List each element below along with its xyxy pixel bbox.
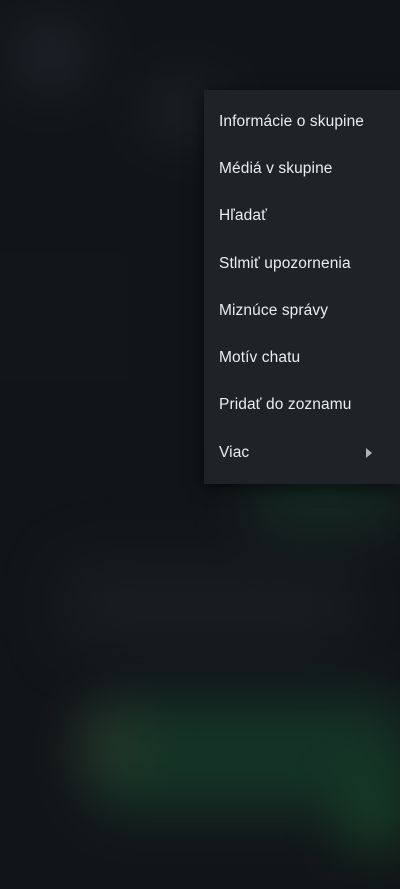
menu-item-label: Hľadať xyxy=(219,207,267,225)
menu-item-search[interactable]: Hľadať xyxy=(204,193,400,240)
menu-item-chat-theme[interactable]: Motív chatu xyxy=(204,334,400,381)
menu-item-group-media[interactable]: Médiá v skupine xyxy=(204,145,400,192)
screen: Informácie o skupine Médiá v skupine Hľa… xyxy=(0,0,400,889)
overflow-menu: Informácie o skupine Médiá v skupine Hľa… xyxy=(204,90,400,485)
chevron-right-icon xyxy=(366,447,372,458)
menu-item-disappearing-messages[interactable]: Miznúce správy xyxy=(204,287,400,334)
menu-item-label: Médiá v skupine xyxy=(219,159,333,177)
menu-item-add-to-list[interactable]: Pridať do zoznamu xyxy=(204,382,400,429)
menu-item-label: Informácie o skupine xyxy=(219,112,365,130)
menu-item-label: Pridať do zoznamu xyxy=(219,396,352,414)
menu-item-label: Motív chatu xyxy=(219,349,301,367)
menu-item-label: Stlmiť upozornenia xyxy=(219,254,351,272)
menu-item-label: Viac xyxy=(219,443,250,461)
menu-item-label: Miznúce správy xyxy=(219,301,329,319)
menu-item-mute-notifications[interactable]: Stlmiť upozornenia xyxy=(204,240,400,287)
menu-item-group-info[interactable]: Informácie o skupine xyxy=(204,98,400,145)
menu-item-more[interactable]: Viac xyxy=(204,429,400,476)
